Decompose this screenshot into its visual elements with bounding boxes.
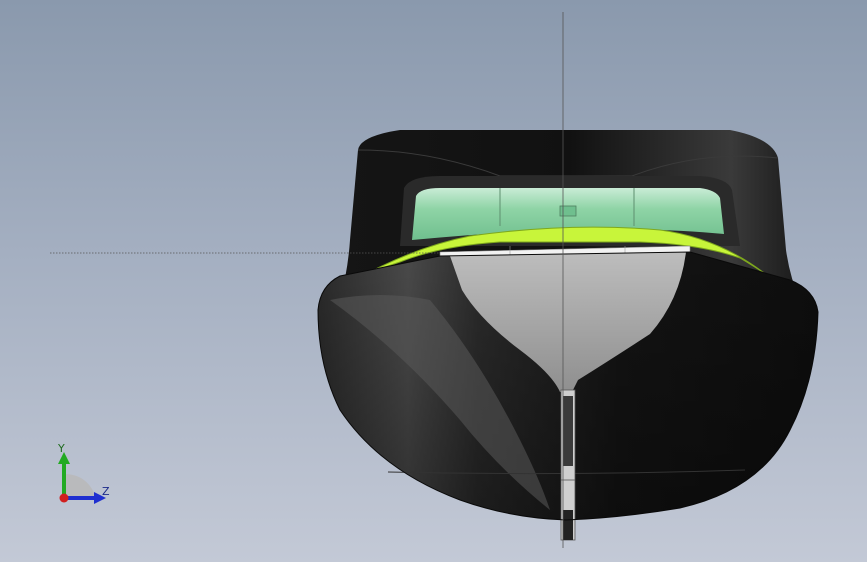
triad-y-label: Y [58,442,65,455]
boat-model[interactable] [0,0,867,562]
orientation-triad: Y Z [48,438,118,510]
triad-z-label: Z [102,485,110,498]
x-axis-dot-icon [59,493,69,503]
3d-viewport[interactable]: Y Z [0,0,867,562]
triad-plane [64,474,96,498]
